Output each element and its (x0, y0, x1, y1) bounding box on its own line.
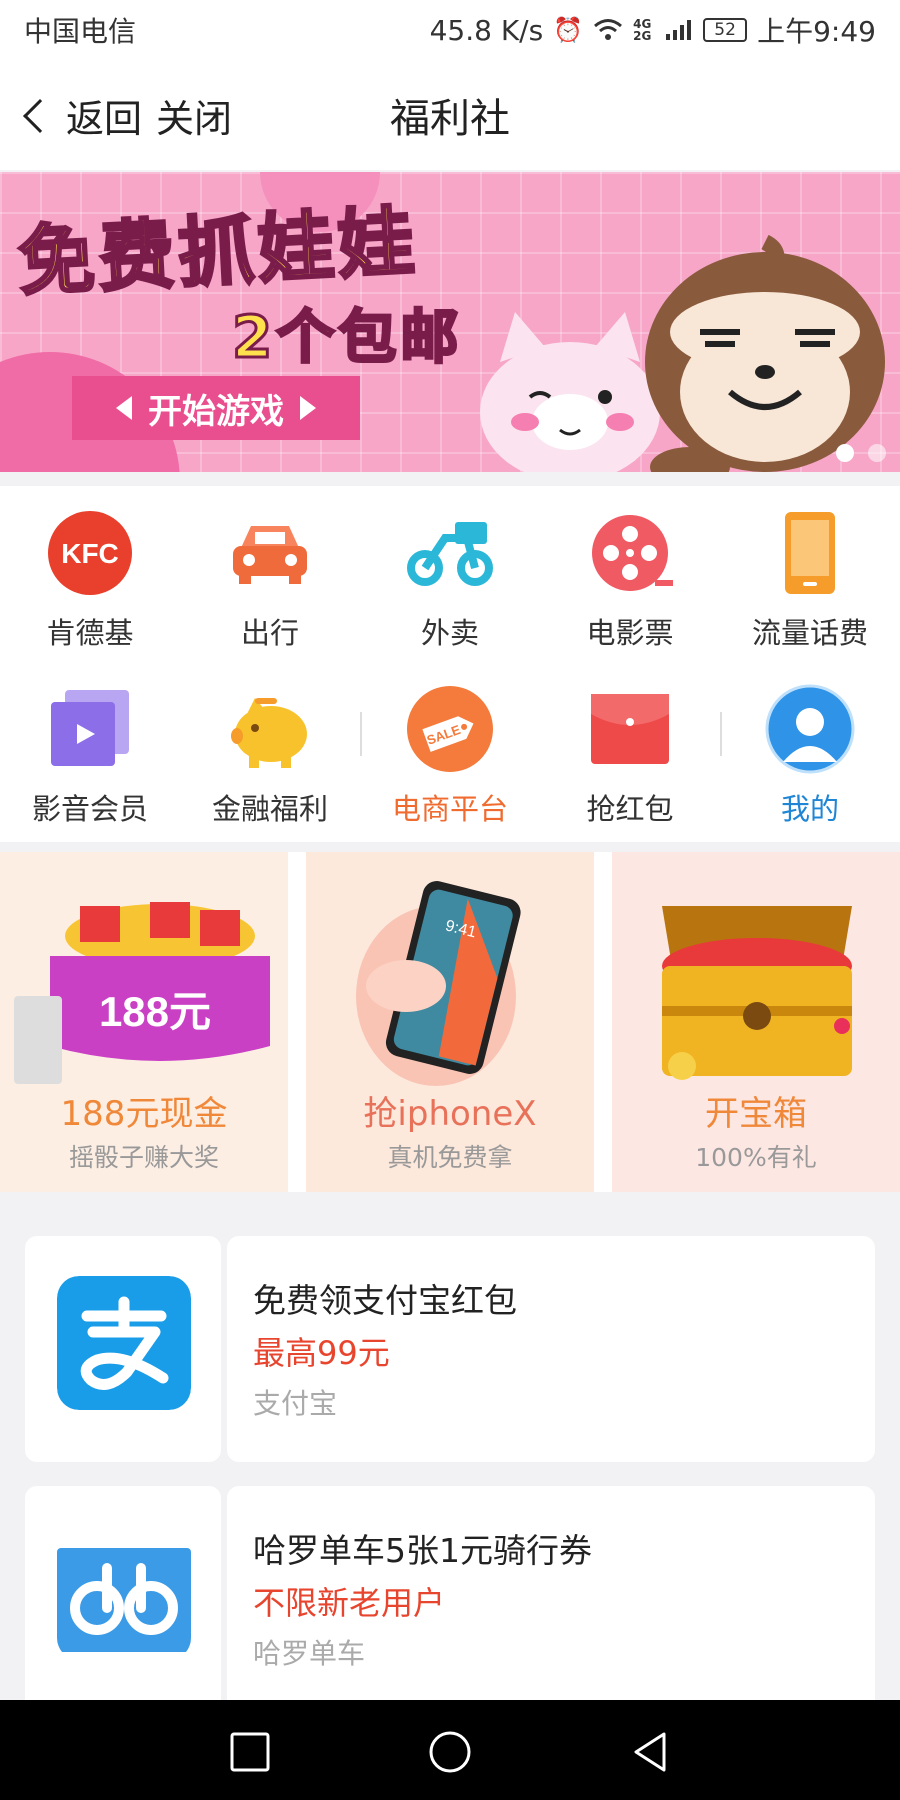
battery-icon: 52 (703, 18, 748, 42)
offer-source: 支付宝 (253, 1387, 338, 1420)
badge-text: 188元 (99, 988, 211, 1035)
nav-bar: 返回 关闭 福利社 (0, 60, 900, 170)
promo-banner[interactable]: 免费抓娃娃 2个包邮 开始游戏 (0, 172, 900, 472)
carousel-dot[interactable] (836, 444, 854, 462)
grid-item-takeout[interactable]: 外卖 (360, 494, 540, 650)
grid-label: 金融福利 (211, 792, 328, 826)
grid-item-red-envelope[interactable]: 抢红包 (540, 670, 720, 826)
arrow-right-icon (300, 396, 316, 420)
offer-highlight: 最高99元 (253, 1334, 390, 1372)
carousel-indicator (836, 444, 886, 462)
system-nav-bar (0, 1700, 900, 1800)
grid-item-travel[interactable]: 出行 (180, 494, 360, 650)
grid-label: 我的 (780, 792, 839, 826)
user-avatar-icon (765, 684, 855, 774)
offer-highlight: 不限新老用户 (253, 1584, 446, 1622)
carousel-dot[interactable] (868, 444, 886, 462)
grid-item-movie[interactable]: 电影票 (540, 494, 720, 650)
offer-source: 哈罗单车 (253, 1637, 366, 1670)
status-bar: 中国电信 45.8 K/s ⏰ 4G 2G 52 上午9:49 (0, 0, 900, 60)
promo-cards: 188元 188元现金 摇骰子赚大奖 9:41 抢iphoneX 真机免费拿 开… (0, 852, 900, 1192)
grid-label: 外卖 (420, 616, 479, 650)
home-button[interactable] (428, 1730, 472, 1774)
kfc-icon: KFC (48, 511, 132, 595)
grid-label: 流量话费 (751, 616, 868, 650)
treasure-chest-illustration (662, 906, 852, 1080)
back-label: 返回 (66, 97, 143, 141)
chevron-left-icon (23, 98, 57, 133)
wifi-icon (594, 19, 623, 40)
promo-card-treasure[interactable]: 开宝箱 100%有礼 (612, 852, 900, 1192)
signal-icon (666, 20, 692, 40)
promo-title: 开宝箱 (705, 1094, 807, 1134)
back-nav-button[interactable] (628, 1730, 672, 1774)
close-button[interactable]: 关闭 (156, 88, 232, 143)
carrier-label: 中国电信 (24, 15, 137, 48)
grid-label: 出行 (240, 616, 299, 650)
arrow-left-icon (116, 396, 132, 420)
welfare-page: 中国电信 45.8 K/s ⏰ 4G 2G 52 上午9:49 返回 关闭 福利… (0, 0, 900, 1800)
offer-body: 免费领支付宝红包 最高99元 支付宝 (227, 1236, 875, 1462)
grid-label: 电商平台 (391, 792, 508, 826)
grid-item-media-vip[interactable]: 影音会员 (0, 670, 180, 826)
start-game-button[interactable]: 开始游戏 (72, 376, 360, 440)
banner-subline: 2个包邮 (230, 302, 463, 373)
alarm-icon: ⏰ (553, 16, 584, 44)
cta-label: 开始游戏 (148, 391, 284, 432)
offer-card-alipay[interactable]: 免费领支付宝红包 最高99元 支付宝 (25, 1236, 875, 1462)
svg-text:KFC: KFC (61, 538, 119, 569)
promo-subtitle: 100%有礼 (695, 1143, 817, 1172)
category-grid: KFC 肯德基 出行 外卖 电影票 流量话费 影音会员 金融福利 SALE 电商… (0, 486, 900, 842)
grid-item-ecommerce[interactable]: SALE 电商平台 (360, 670, 540, 826)
offer-logo-box (25, 1486, 221, 1712)
net-speed-label: 45.8 K/s (429, 13, 544, 47)
promo-card-cash[interactable]: 188元 188元现金 摇骰子赚大奖 (0, 852, 288, 1192)
cash-prize-illustration: 188元 (14, 902, 270, 1084)
offer-card-hellobike[interactable]: 哈罗单车5张1元骑行券 不限新老用户 哈罗单车 (25, 1486, 875, 1712)
recents-button[interactable] (228, 1730, 272, 1774)
back-button[interactable]: 返回 (18, 88, 142, 143)
grid-item-finance[interactable]: 金融福利 (180, 670, 360, 826)
network-type-label: 4G 2G (633, 17, 652, 43)
red-envelope-icon (591, 694, 669, 764)
grid-label: 影音会员 (31, 792, 148, 826)
divider (360, 712, 362, 756)
sale-tag-icon: SALE (407, 686, 493, 772)
phone-icon (785, 512, 835, 594)
offer-body: 哈罗单车5张1元骑行券 不限新老用户 哈罗单车 (227, 1486, 875, 1712)
monkey-plush-illustration (645, 234, 885, 472)
alipay-logo-icon (57, 1276, 191, 1410)
offer-logo-box (25, 1236, 221, 1462)
delivery-scooter-icon (407, 522, 493, 586)
status-indicators: 45.8 K/s ⏰ 4G 2G 52 上午9:49 (430, 10, 876, 50)
promo-subtitle: 摇骰子赚大奖 (68, 1143, 219, 1172)
piggy-bank-icon (231, 698, 307, 768)
iphone-hand-illustration: 9:41 (356, 881, 521, 1086)
offer-title: 免费领支付宝红包 (253, 1281, 517, 1320)
video-play-icon (51, 690, 129, 766)
grid-label: 抢红包 (586, 792, 674, 826)
hellobike-logo-icon (57, 1548, 191, 1652)
divider (720, 712, 722, 756)
grid-item-kfc[interactable]: KFC 肯德基 (0, 494, 180, 650)
promo-subtitle: 真机免费拿 (387, 1143, 513, 1172)
clock-label: 上午9:49 (757, 15, 876, 48)
promo-card-iphone[interactable]: 9:41 抢iphoneX 真机免费拿 (306, 852, 594, 1192)
car-icon (233, 526, 307, 584)
film-reel-icon (592, 515, 673, 591)
promo-title: 188元现金 (60, 1094, 228, 1134)
grid-item-data-plan[interactable]: 流量话费 (720, 494, 900, 650)
offer-title: 哈罗单车5张1元骑行券 (253, 1531, 592, 1570)
grid-item-mine[interactable]: 我的 (720, 670, 900, 826)
grid-label: 肯德基 (46, 616, 134, 650)
promo-title: 抢iphoneX (363, 1094, 537, 1134)
grid-label: 电影票 (586, 616, 674, 650)
